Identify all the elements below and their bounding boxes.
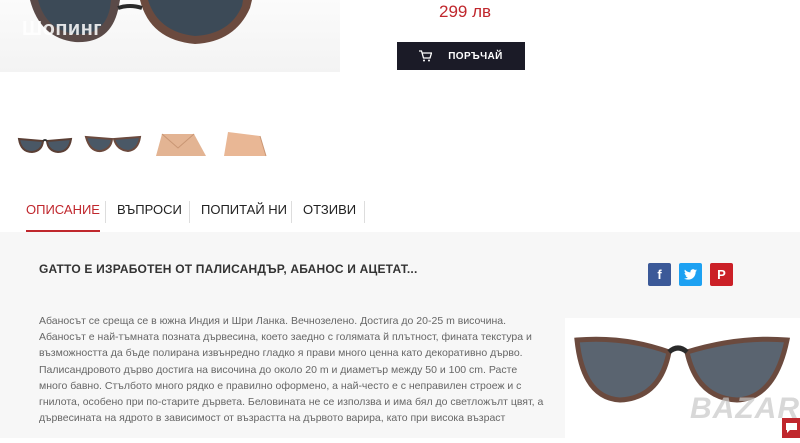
chat-button[interactable] <box>782 418 800 438</box>
tab-ask-us[interactable]: ПОПИТАЙ НИ <box>201 194 287 230</box>
product-area: Шопинг 299 лв ПОРЪЧАЙ <box>0 0 800 157</box>
pinterest-icon: P <box>717 267 726 282</box>
thumbnail-sunglasses-angle[interactable] <box>84 130 142 158</box>
tab-divider <box>189 201 190 223</box>
thumbnail-case-closed[interactable] <box>152 130 210 158</box>
main-product-image[interactable]: Шопинг <box>0 0 340 72</box>
chat-icon <box>785 423 797 433</box>
order-button-label: ПОРЪЧАЙ <box>448 50 503 62</box>
pinterest-share-button[interactable]: P <box>710 263 733 286</box>
tab-divider <box>291 201 292 223</box>
twitter-share-button[interactable] <box>679 263 702 286</box>
tab-questions[interactable]: ВЪПРОСИ <box>117 194 182 230</box>
tab-divider <box>105 201 106 223</box>
description-title: GATTO Е ИЗРАБОТЕН ОТ ПАЛИСАНДЪР, АБАНОС … <box>39 262 418 276</box>
watermark-text: Шопинг <box>22 18 103 40</box>
tab-divider <box>364 201 365 223</box>
facebook-icon: f <box>657 267 662 282</box>
product-price: 299 лв <box>439 2 492 21</box>
cart-icon <box>419 50 433 62</box>
description-paragraph-2: Палисандровото дърво достига на височина… <box>39 364 544 424</box>
twitter-icon <box>684 269 697 280</box>
tab-reviews[interactable]: ОТЗИВИ <box>303 194 356 230</box>
thumbnail-sunglasses-front[interactable] <box>16 130 74 158</box>
thumbnail-case-open[interactable] <box>220 130 278 158</box>
order-button[interactable]: ПОРЪЧАЙ <box>397 42 525 70</box>
description-paragraph-1: Абаносът се среща се в южна Индия и Шри … <box>39 315 532 359</box>
product-tabs: ОПИСАНИЕ ВЪПРОСИ ПОПИТАЙ НИ ОТЗИВИ <box>0 194 800 233</box>
facebook-share-button[interactable]: f <box>648 263 671 286</box>
tab-description[interactable]: ОПИСАНИЕ <box>26 194 100 232</box>
